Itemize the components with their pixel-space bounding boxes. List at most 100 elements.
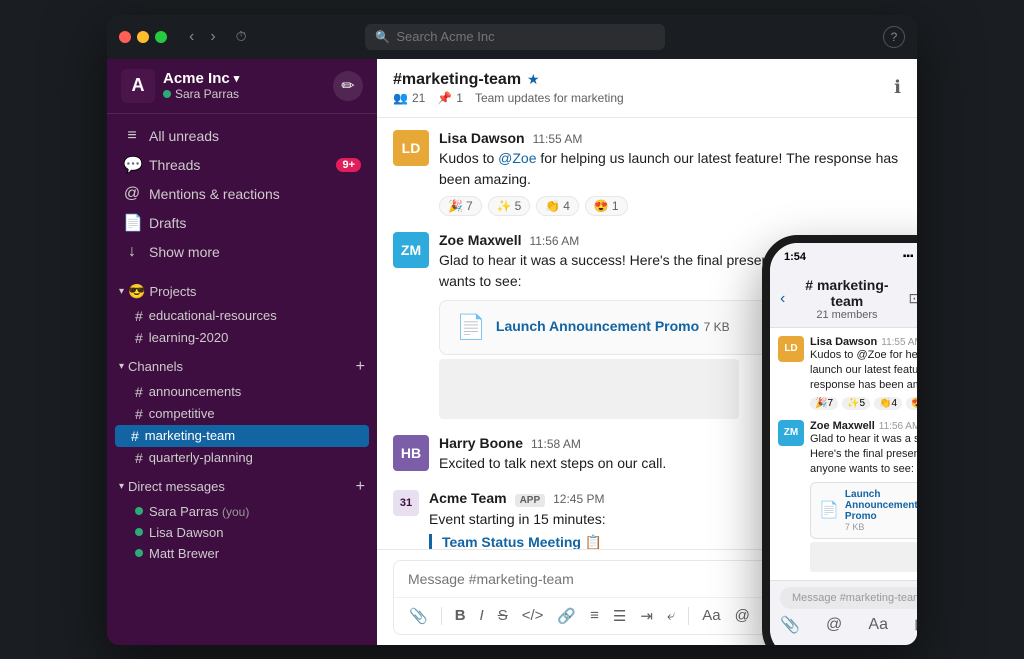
user-status: Sara Parras — [163, 87, 239, 101]
mobile-attach-icon[interactable]: 📎 — [780, 615, 800, 635]
dm-section-header[interactable]: ▾ Direct messages + — [107, 473, 377, 501]
mobile-back-button[interactable]: ‹ — [780, 290, 785, 308]
channel-title-name: #marketing-team — [393, 71, 521, 89]
search-input[interactable] — [396, 29, 655, 44]
mobile-text: Glad to hear it was a success! Here's th… — [810, 432, 917, 478]
channel-announcements[interactable]: # announcements — [107, 381, 377, 403]
channel-competitive[interactable]: # competitive — [107, 403, 377, 425]
members-icon: 👥 — [393, 91, 408, 105]
reaction[interactable]: 🎉 7 — [439, 196, 482, 216]
reaction[interactable]: 👏4 — [874, 397, 902, 410]
attach-button[interactable]: 📎 — [404, 604, 433, 628]
mobile-msg-content: Zoe Maxwell 11:56 AM Glad to hear it was… — [810, 420, 917, 572]
mobile-mockup: 1:54 ▪▪▪ WiFi 🔋 ‹ # marketing-team 21 me… — [762, 235, 917, 645]
italic-button[interactable]: I — [475, 604, 489, 627]
help-button[interactable]: ? — [883, 26, 905, 48]
hash-icon: # — [135, 384, 143, 400]
projects-arrow-icon: ▾ — [119, 286, 124, 297]
sidebar: A Acme Inc ▾ Sara Parras ✏ — [107, 59, 377, 645]
mobile-text-icon[interactable]: Aa — [868, 616, 888, 634]
back-button[interactable]: ‹ — [183, 26, 200, 48]
reaction[interactable]: 🎉7 — [810, 397, 838, 410]
mobile-time: 1:54 — [784, 251, 806, 263]
show-more-item[interactable]: ↓ Show more — [107, 238, 377, 266]
link-button[interactable]: 🔗 — [552, 604, 581, 628]
channel-educational-resources[interactable]: # educational-resources — [107, 305, 377, 327]
mobile-compose-box[interactable]: Message #marketing-team — [780, 587, 917, 609]
mobile-file-preview — [810, 542, 917, 572]
ordered-list-button[interactable]: ≡ — [585, 604, 604, 627]
mobile-video-icon[interactable]: ⊡ — [909, 290, 918, 307]
add-channel-button[interactable]: + — [356, 358, 365, 376]
mobile-status-icons: ▪▪▪ WiFi 🔋 — [903, 251, 917, 262]
sidebar-item-mentions[interactable]: @ Mentions & reactions — [107, 180, 377, 208]
mobile-mention-icon[interactable]: @ — [826, 616, 842, 634]
dm-arrow-icon: ▾ — [119, 481, 124, 492]
sidebar-item-all-unreads[interactable]: ≡ All unreads — [107, 122, 377, 150]
channel-quarterly-planning[interactable]: # quarterly-planning — [107, 447, 377, 469]
mobile-header-icons: ⊡ 🔍 ℹ — [909, 290, 918, 307]
add-dm-button[interactable]: + — [356, 478, 365, 496]
code-button[interactable]: </> — [517, 604, 549, 627]
mobile-msg-header: Zoe Maxwell 11:56 AM — [810, 420, 917, 432]
file-size: 7 KB — [704, 320, 730, 334]
avatar-zoe: ZM — [393, 232, 429, 268]
reaction[interactable]: 😍1 — [906, 397, 917, 410]
maximize-button[interactable] — [155, 31, 167, 43]
online-indicator — [135, 528, 143, 536]
mobile-time: 11:55 AM — [881, 337, 917, 348]
sidebar-nav: ≡ All unreads 💬 Threads 9+ @ Mentions & … — [107, 114, 377, 274]
file-attachment[interactable]: 📄 Launch Announcement Promo 7 KB — [439, 300, 779, 355]
reaction[interactable]: ✨5 — [842, 397, 870, 410]
workspace-name[interactable]: Acme Inc ▾ — [163, 70, 239, 87]
blockquote-button[interactable]: ⤶ — [662, 604, 680, 627]
history-button[interactable]: ⏱ — [230, 26, 253, 48]
mobile-text: Kudos to @Zoe for helping us launch our … — [810, 348, 917, 394]
indent-button[interactable]: ⇥ — [635, 604, 658, 628]
msg-time: 12:45 PM — [553, 492, 604, 506]
mobile-file-size: 7 KB — [845, 522, 917, 532]
minimize-button[interactable] — [137, 31, 149, 43]
pins-count: 📌 1 — [437, 91, 463, 105]
mobile-image-icon[interactable]: ⊡ — [914, 615, 917, 635]
show-more-label: Show more — [149, 244, 220, 260]
channel-learning-2020[interactable]: # learning-2020 — [107, 327, 377, 349]
forward-button[interactable]: › — [204, 26, 221, 48]
msg-time: 11:55 AM — [533, 132, 583, 146]
reaction[interactable]: ✨ 5 — [488, 196, 531, 216]
threads-label: Threads — [149, 157, 200, 173]
projects-section-header[interactable]: ▾ 😎 Projects — [107, 278, 377, 305]
mobile-file-name: Launch Announcement Promo — [845, 489, 917, 522]
channels-arrow-icon: ▾ — [119, 361, 124, 372]
close-button[interactable] — [119, 31, 131, 43]
msg-header-lisa: Lisa Dawson 11:55 AM — [439, 130, 901, 146]
reactions: 🎉 7 ✨ 5 👏 4 😍 1 — [439, 196, 901, 216]
reaction[interactable]: 😍 1 — [585, 196, 628, 216]
channels-section-header[interactable]: ▾ Channels + — [107, 353, 377, 381]
bold-button[interactable]: B — [450, 604, 471, 627]
drafts-label: Drafts — [149, 215, 186, 231]
unordered-list-button[interactable]: ☰ — [608, 604, 631, 628]
dm-label: Direct messages — [128, 479, 225, 494]
mobile-file-attachment[interactable]: 📄 Launch Announcement Promo 7 KB — [810, 482, 917, 539]
dm-matt-brewer[interactable]: Matt Brewer — [107, 543, 377, 564]
sidebar-item-drafts[interactable]: 📄 Drafts — [107, 208, 377, 238]
mention-button[interactable]: @ — [730, 604, 755, 627]
reaction[interactable]: 👏 4 — [536, 196, 579, 216]
pin-icon: 📌 — [437, 91, 452, 105]
sidebar-item-threads[interactable]: 💬 Threads 9+ — [107, 150, 377, 180]
all-unreads-icon: ≡ — [123, 127, 141, 145]
channel-marketing-team[interactable]: # marketing-team — [115, 425, 369, 447]
show-more-icon: ↓ — [123, 243, 141, 261]
strikethrough-button[interactable]: S — [493, 604, 513, 627]
dm-lisa-dawson[interactable]: Lisa Dawson — [107, 522, 377, 543]
mobile-compose-toolbar: 📎 @ Aa ⊡ › — [780, 615, 917, 635]
mobile-avatar: ZM — [778, 420, 804, 446]
online-indicator — [135, 507, 143, 515]
compose-button[interactable]: ✏ — [333, 71, 363, 101]
text-format-button[interactable]: Aa — [697, 604, 725, 627]
dm-sara-parras[interactable]: Sara Parras (you) — [107, 501, 377, 522]
chat-header: #marketing-team ★ 👥 21 📌 1 Team updates … — [377, 59, 917, 118]
hash-icon: # — [135, 330, 143, 346]
channel-info-button[interactable]: ℹ — [894, 77, 901, 98]
